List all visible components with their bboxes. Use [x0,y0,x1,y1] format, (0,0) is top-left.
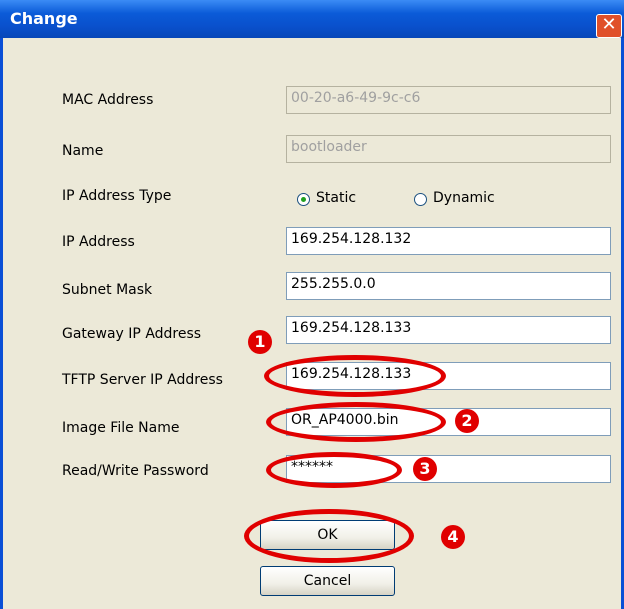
title-bar[interactable]: Change ✕ [0,0,624,38]
close-button[interactable]: ✕ [596,14,622,38]
image-file-name-label: Image File Name [62,420,180,436]
radio-selected-dot [301,197,306,202]
ip-address-label: IP Address [62,234,135,250]
cancel-button[interactable]: Cancel [260,566,395,596]
subnet-mask-label: Subnet Mask [62,282,153,298]
static-radio-label[interactable]: Static [316,190,356,206]
gateway-ip-label: Gateway IP Address [62,326,202,342]
tftp-server-ip-label: TFTP Server IP Address [62,372,223,388]
static-radio[interactable] [297,193,310,206]
annotation-number-1: 1 [248,330,272,354]
name-field: bootloader [286,135,611,163]
ip-address-type-label: IP Address Type [62,188,172,204]
annotation-ellipse-ok [244,509,414,563]
annotation-ellipse-image [266,402,446,442]
ip-address-input[interactable]: 169.254.128.132 [286,227,611,255]
mac-address-label: MAC Address [62,92,154,108]
mac-address-field: 00-20-a6-49-9c-c6 [286,86,611,114]
name-label: Name [62,143,104,159]
annotation-number-4: 4 [441,525,465,549]
dialog-title: Change [10,9,78,28]
dynamic-radio[interactable] [414,193,427,206]
close-icon: ✕ [601,14,617,35]
password-label: Read/Write Password [62,463,209,479]
annotation-number-2: 2 [455,409,479,433]
annotation-ellipse-password [266,452,402,488]
annotation-ellipse-tftp [264,355,446,397]
annotation-number-3: 3 [413,457,437,481]
gateway-ip-input[interactable]: 169.254.128.133 [286,316,611,344]
dynamic-radio-label[interactable]: Dynamic [433,190,495,206]
subnet-mask-input[interactable]: 255.255.0.0 [286,272,611,300]
